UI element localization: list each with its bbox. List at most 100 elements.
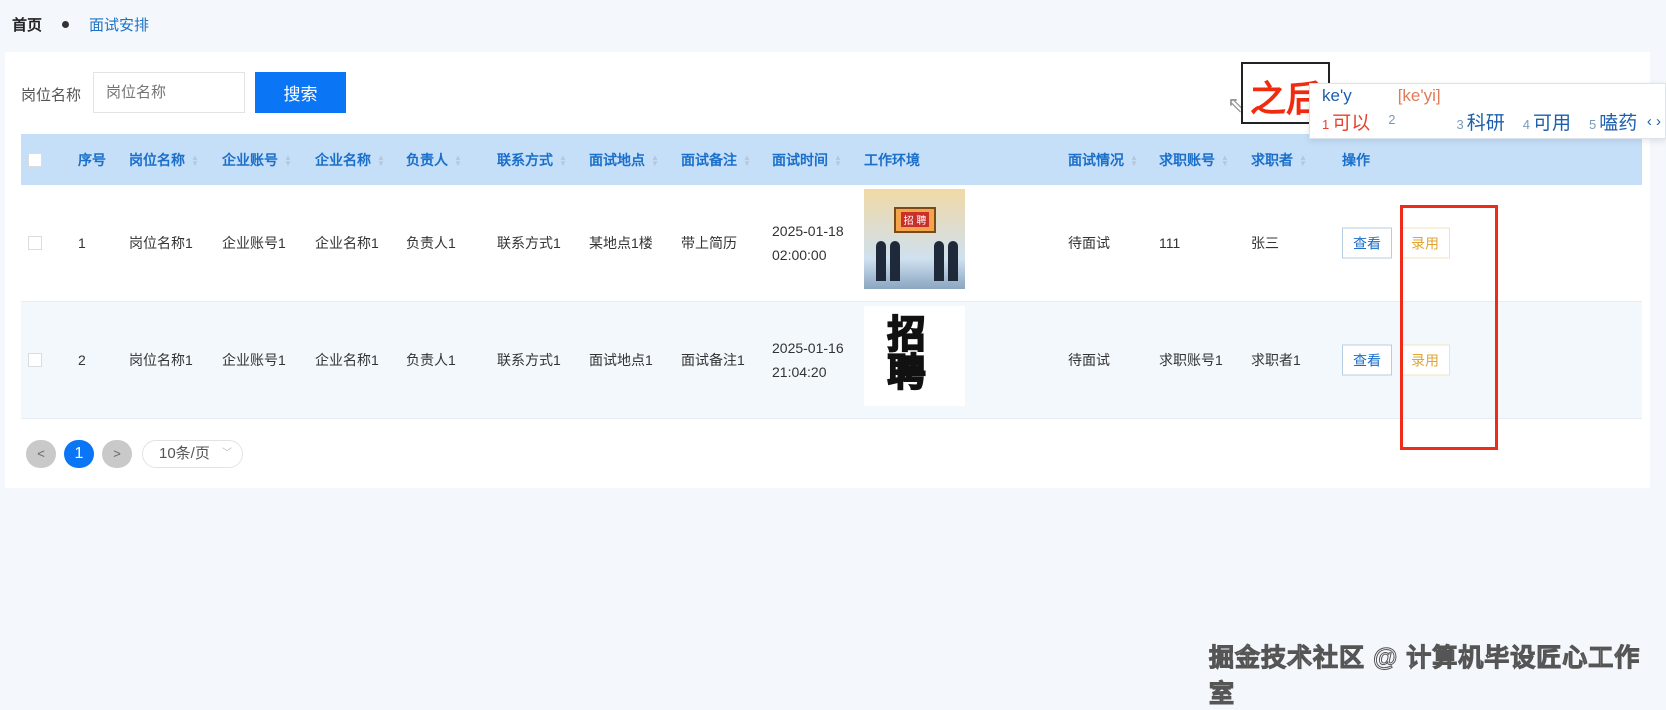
date: 2025-01-18 <box>772 223 844 239</box>
candidate-number: 5 <box>1588 117 1597 132</box>
cell-contact: 联系方式1 <box>497 352 561 368</box>
image-sign-text: 招 聘 <box>901 212 929 227</box>
prev-page-button[interactable]: < <box>26 440 56 468</box>
sort-icon[interactable]: ▲ ▼ <box>743 153 751 167</box>
candidate-text: 可以 <box>1332 113 1371 134</box>
sort-icon[interactable]: ▲ ▼ <box>1130 153 1138 167</box>
row-checkbox[interactable] <box>28 353 42 367</box>
candidate-text: 科研 <box>1466 113 1505 134</box>
sort-icon[interactable]: ▲ ▼ <box>651 153 659 167</box>
column-header[interactable]: 负责人 ▲ ▼ <box>406 150 462 170</box>
cell-job: 岗位名称1 <box>129 235 193 251</box>
cell-seeker: 张三 <box>1251 235 1279 251</box>
ime-candidate[interactable]: 2 <box>1388 108 1398 135</box>
column-header-label: 面试地点 <box>589 151 645 168</box>
select-all-checkbox[interactable] <box>28 152 42 167</box>
breadcrumb-current[interactable]: 面试安排 <box>89 14 149 35</box>
cell-note: 面试备注1 <box>681 352 745 368</box>
column-header-label: 求职者 <box>1251 151 1293 168</box>
sort-icon[interactable]: ▲ ▼ <box>1299 153 1307 167</box>
cell-seeker-account: 求职账号1 <box>1159 352 1223 368</box>
pagination: < 1 > 10条/页 ﹀ <box>26 440 243 468</box>
time: 02:00:00 <box>772 247 827 263</box>
sort-icon[interactable]: ▲ ▼ <box>454 153 462 167</box>
table-header: 序号 岗位名称 ▲ ▼ 企业账号 ▲ ▼ 企业名称 ▲ ▼ 负责人 ▲ ▼ 联系方式 ▲ ▼ 面试地点 ▲ ▼ 面试备… <box>21 134 1642 185</box>
ime-candidate[interactable]: 1 可以 <box>1322 108 1370 135</box>
cell-contact: 联系方式1 <box>497 235 561 251</box>
column-header[interactable]: 联系方式 ▲ ▼ <box>497 150 567 170</box>
column-header[interactable]: 工作环境 <box>864 150 920 170</box>
candidate-text: 嗑药 <box>1599 113 1638 134</box>
column-header[interactable]: 面试地点 ▲ ▼ <box>589 150 659 170</box>
ime-candidate[interactable]: 4 可用 <box>1523 108 1571 135</box>
table-row: 1 岗位名称1 企业账号1 企业名称1 负责人1 联系方式1 某地点1楼 带上简历 2025-0… <box>21 185 1642 302</box>
work-environment-image[interactable]: 招聘 <box>864 306 965 406</box>
work-environment-image[interactable]: 招 聘 <box>864 189 965 289</box>
column-header-label: 负责人 <box>406 151 448 168</box>
candidate-number: 4 <box>1522 117 1530 132</box>
cell-index: 1 <box>78 235 86 251</box>
cell-seeker: 求职者1 <box>1251 352 1301 368</box>
breadcrumb-separator <box>62 21 70 28</box>
cell-seeker-account: 111 <box>1159 235 1181 251</box>
breadcrumb: 首页 面试安排 <box>12 14 149 35</box>
sort-icon[interactable]: ▲ ▼ <box>1221 153 1229 167</box>
next-page-button[interactable]: > <box>102 440 132 468</box>
column-header-label: 岗位名称 <box>129 151 185 168</box>
column-header-label: 求职账号 <box>1159 151 1215 168</box>
ime-input: ke'y <box>1322 86 1352 105</box>
sort-icon[interactable]: ▲ ▼ <box>834 153 842 167</box>
cell-index: 2 <box>78 352 86 368</box>
column-header[interactable]: 企业账号 ▲ ▼ <box>222 150 292 170</box>
search-label: 岗位名称 <box>21 87 82 104</box>
cell-status: 待面试 <box>1068 352 1110 368</box>
search-button[interactable]: 搜索 <box>255 72 346 113</box>
column-header[interactable]: 企业名称 ▲ ▼ <box>315 150 385 170</box>
column-header-label: 联系方式 <box>497 151 553 168</box>
page-1-button[interactable]: 1 <box>64 440 94 468</box>
cell-company-account: 企业账号1 <box>222 235 286 251</box>
sort-icon[interactable]: ▲ ▼ <box>284 153 292 167</box>
cell-status: 待面试 <box>1068 235 1110 251</box>
cell-location: 面试地点1 <box>589 352 653 368</box>
highlight-annotation-box <box>1400 205 1498 450</box>
row-checkbox[interactable] <box>28 236 42 250</box>
sort-icon[interactable]: ▲ ▼ <box>377 153 385 167</box>
ime-candidate[interactable]: 3 科研 <box>1456 108 1504 135</box>
cell-interview-time: 2025-01-16 21:04:20 <box>772 336 844 384</box>
column-header-label: 序号 <box>78 151 106 168</box>
view-button[interactable]: 查看 <box>1342 344 1392 376</box>
ime-page-arrows-icon[interactable]: ‹ › <box>1647 113 1661 130</box>
page-size-value: 10条/页 <box>159 445 210 462</box>
watermark: 掘金技术社区 @ 计算机毕设匠心工作室 <box>1209 644 1641 709</box>
job-name-input[interactable] <box>93 72 245 113</box>
chevron-down-icon: ﹀ <box>222 448 232 459</box>
sort-icon[interactable]: ▲ ▼ <box>559 153 567 167</box>
table-row: 2 岗位名称1 企业账号1 企业名称1 负责人1 联系方式1 面试地点1 面试备注1 2025-… <box>21 302 1642 419</box>
column-header-label: 企业账号 <box>222 151 278 168</box>
view-button[interactable]: 查看 <box>1342 227 1392 259</box>
column-header-label: 操作 <box>1342 151 1370 168</box>
column-header[interactable]: 面试时间 ▲ ▼ <box>772 150 842 170</box>
column-header[interactable]: 面试备注 ▲ ▼ <box>681 150 751 170</box>
cell-job: 岗位名称1 <box>129 352 193 368</box>
column-header[interactable]: 求职账号 ▲ ▼ <box>1159 150 1229 170</box>
page-size-select[interactable]: 10条/页 ﹀ <box>142 440 243 468</box>
candidate-text: 可用 <box>1532 113 1571 134</box>
column-header[interactable]: 岗位名称 ▲ ▼ <box>129 150 199 170</box>
column-header-label: 工作环境 <box>864 151 920 168</box>
cell-interview-time: 2025-01-18 02:00:00 <box>772 219 844 267</box>
column-header[interactable]: 序号 <box>78 150 106 170</box>
candidate-number: 1 <box>1322 117 1330 132</box>
column-header[interactable]: 求职者 ▲ ▼ <box>1251 150 1307 170</box>
cell-manager: 负责人1 <box>406 352 456 368</box>
interview-table: 序号 岗位名称 ▲ ▼ 企业账号 ▲ ▼ 企业名称 ▲ ▼ 负责人 ▲ ▼ 联系方式 ▲ ▼ 面试地点 ▲ ▼ 面试备… <box>21 134 1642 419</box>
ime-pinyin: [ke'yi] <box>1397 86 1441 105</box>
sort-icon[interactable]: ▲ ▼ <box>191 153 199 167</box>
column-header[interactable]: 操作 <box>1342 150 1370 170</box>
breadcrumb-home[interactable]: 首页 <box>12 14 42 35</box>
column-header[interactable]: 面试情况 ▲ ▼ <box>1068 150 1138 170</box>
date: 2025-01-16 <box>772 340 844 356</box>
image-text: 招聘 <box>880 313 924 391</box>
ime-candidate[interactable]: 5 嗑药 <box>1589 108 1637 135</box>
